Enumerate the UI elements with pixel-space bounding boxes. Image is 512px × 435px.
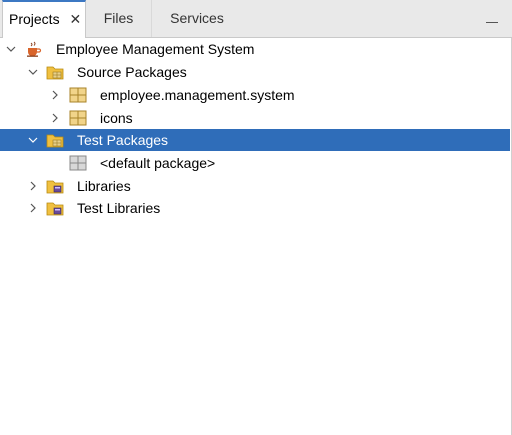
default-package-label: <default package> <box>100 155 216 171</box>
tab-bar: Projects ✕ Files Services <box>0 0 512 38</box>
tree-row-default-package[interactable]: <default package> <box>0 152 510 174</box>
chevron-down-icon[interactable] <box>28 135 38 145</box>
libraries-folder-icon <box>46 180 64 194</box>
chevron-right-icon[interactable] <box>50 113 60 123</box>
minimize-icon[interactable] <box>486 22 498 23</box>
chevron-down-icon[interactable] <box>28 67 38 77</box>
libraries-label: Libraries <box>77 178 131 194</box>
test-packages-folder-icon <box>46 134 64 148</box>
project-label: Employee Management System <box>56 41 255 57</box>
close-icon[interactable]: ✕ <box>69 2 81 36</box>
test-libraries-label: Test Libraries <box>77 200 161 216</box>
tree-row-source-packages[interactable]: Source Packages <box>0 61 510 83</box>
chevron-right-icon[interactable] <box>28 203 38 213</box>
tab-files[interactable]: Files <box>86 0 152 37</box>
tree-row-package-system[interactable]: employee.management.system <box>0 84 510 106</box>
java-project-icon <box>27 41 42 57</box>
package-icon <box>69 87 87 103</box>
tab-projects[interactable]: Projects ✕ <box>2 0 86 38</box>
tree-row-libraries[interactable]: Libraries <box>0 175 510 197</box>
tree-row-project[interactable]: Employee Management System <box>0 38 510 60</box>
libraries-folder-icon <box>46 202 64 216</box>
tab-projects-label: Projects <box>9 11 60 27</box>
tab-services[interactable]: Services <box>152 0 242 37</box>
tree-row-test-packages[interactable]: Test Packages <box>0 129 510 151</box>
tab-services-label: Services <box>170 10 224 26</box>
chevron-right-icon[interactable] <box>50 90 60 100</box>
package-system-label: employee.management.system <box>100 87 295 103</box>
tree-row-package-icons[interactable]: icons <box>0 107 510 129</box>
package-icons-label: icons <box>100 110 133 126</box>
package-icon <box>69 110 87 126</box>
test-packages-label: Test Packages <box>77 132 169 148</box>
source-packages-label: Source Packages <box>77 64 187 80</box>
tab-files-label: Files <box>103 10 134 26</box>
chevron-down-icon[interactable] <box>6 44 16 54</box>
tree-row-test-libraries[interactable]: Test Libraries <box>0 197 510 219</box>
source-packages-folder-icon <box>46 66 64 80</box>
chevron-right-icon[interactable] <box>28 181 38 191</box>
empty-package-icon <box>69 155 87 171</box>
